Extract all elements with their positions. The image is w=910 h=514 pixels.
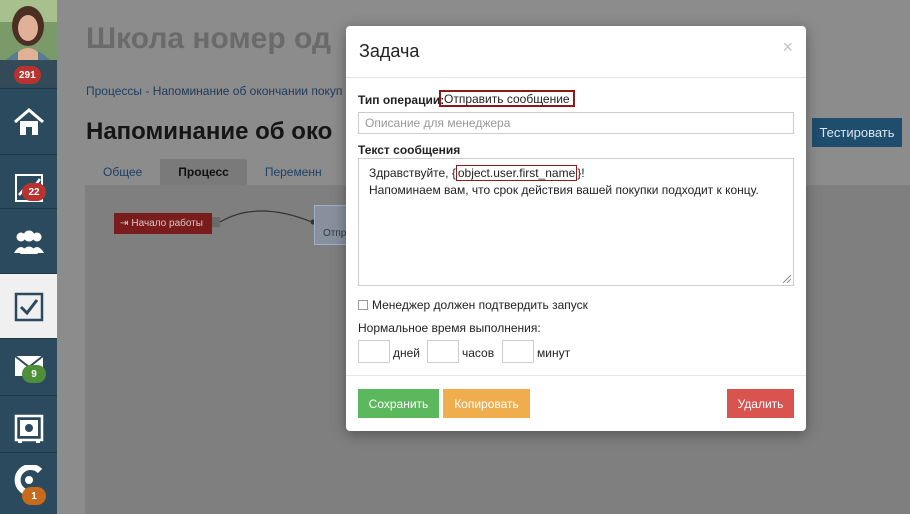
variable-highlight: object.user.first_name (455, 165, 578, 181)
description-input[interactable]: Описание для менеджера (358, 112, 794, 134)
breadcrumb-link-processes[interactable]: Процессы (86, 84, 142, 98)
user-notification-badge: 291 (14, 66, 41, 84)
brand-badge: 1 (22, 487, 46, 505)
breadcrumb-current: Напоминание об окончании покуп (152, 84, 343, 98)
stats-badge: 22 (22, 183, 46, 201)
modal-footer: Сохранить Копировать Удалить (346, 375, 806, 431)
save-button[interactable]: Сохранить (358, 389, 439, 418)
process-heading: Напоминание об око (86, 118, 333, 145)
message-label: Текст сообщения (358, 143, 461, 157)
breadcrumb-separator: - (142, 84, 153, 98)
message-line-1: Здравствуйте, {object.user.first_name}! (369, 165, 585, 181)
tab-general[interactable]: Общее (85, 159, 160, 185)
sidebar-item-tasks[interactable] (0, 273, 57, 339)
sidebar-item-users[interactable] (0, 208, 57, 274)
confirm-label: Менеджер должен подтвердить запуск (372, 298, 588, 312)
node-start[interactable]: ⇥ Начало работы (114, 213, 212, 234)
task-modal: Задача × Тип операции: Отправить сообщен… (346, 26, 806, 431)
minutes-label: минут (537, 346, 571, 360)
checkbox-icon (14, 292, 43, 321)
sign-in-icon: ⇥ (120, 218, 129, 229)
mail-badge: 9 (22, 365, 46, 383)
modal-header: Задача × (346, 26, 806, 78)
message-line-2: Напоминаем вам, что срок действия вашей … (369, 183, 759, 197)
breadcrumb: Процессы - Напоминание об окончании поку… (86, 84, 342, 98)
test-button[interactable]: Тестировать (812, 118, 902, 147)
page-title: Школа номер од (86, 22, 331, 55)
delete-button[interactable]: Удалить (727, 389, 794, 418)
days-input[interactable] (358, 340, 390, 363)
op-type-label: Тип операции: (358, 93, 445, 107)
message-textarea[interactable]: Здравствуйте, {object.user.first_name}! … (358, 158, 794, 286)
confirm-checkbox[interactable] (358, 300, 368, 310)
home-icon (13, 107, 44, 135)
avatar[interactable] (0, 0, 57, 60)
node-start-label: Начало работы (131, 218, 203, 229)
hours-input[interactable] (427, 340, 459, 363)
close-icon[interactable]: × (782, 37, 793, 58)
safe-icon (14, 414, 43, 443)
sidebar-item-home[interactable] (0, 88, 57, 154)
tab-process[interactable]: Процесс (160, 159, 247, 185)
node-send-label: Отпр (323, 228, 347, 239)
minutes-input[interactable] (502, 340, 534, 363)
users-icon (13, 230, 44, 254)
resize-grip-icon[interactable] (783, 275, 791, 283)
normal-time-label: Нормальное время выполнения: (358, 321, 541, 335)
copy-button[interactable]: Копировать (443, 389, 530, 418)
modal-title: Задача (359, 41, 420, 61)
sidebar-item-brand[interactable]: 1 (0, 452, 57, 514)
sidebar: 291 22 9 1 (0, 0, 57, 514)
tab-variables[interactable]: Переменн (247, 159, 340, 185)
connector-arrow (212, 210, 316, 227)
hours-label: часов (462, 346, 495, 360)
days-label: дней (393, 346, 421, 360)
modal-body: Тип операции: Отправить сообщение Описан… (346, 78, 806, 375)
op-type-value[interactable]: Отправить сообщение (439, 90, 575, 107)
tab-bar: Общее Процесс Переменн (85, 159, 340, 185)
user-block[interactable]: 291 (0, 0, 57, 87)
